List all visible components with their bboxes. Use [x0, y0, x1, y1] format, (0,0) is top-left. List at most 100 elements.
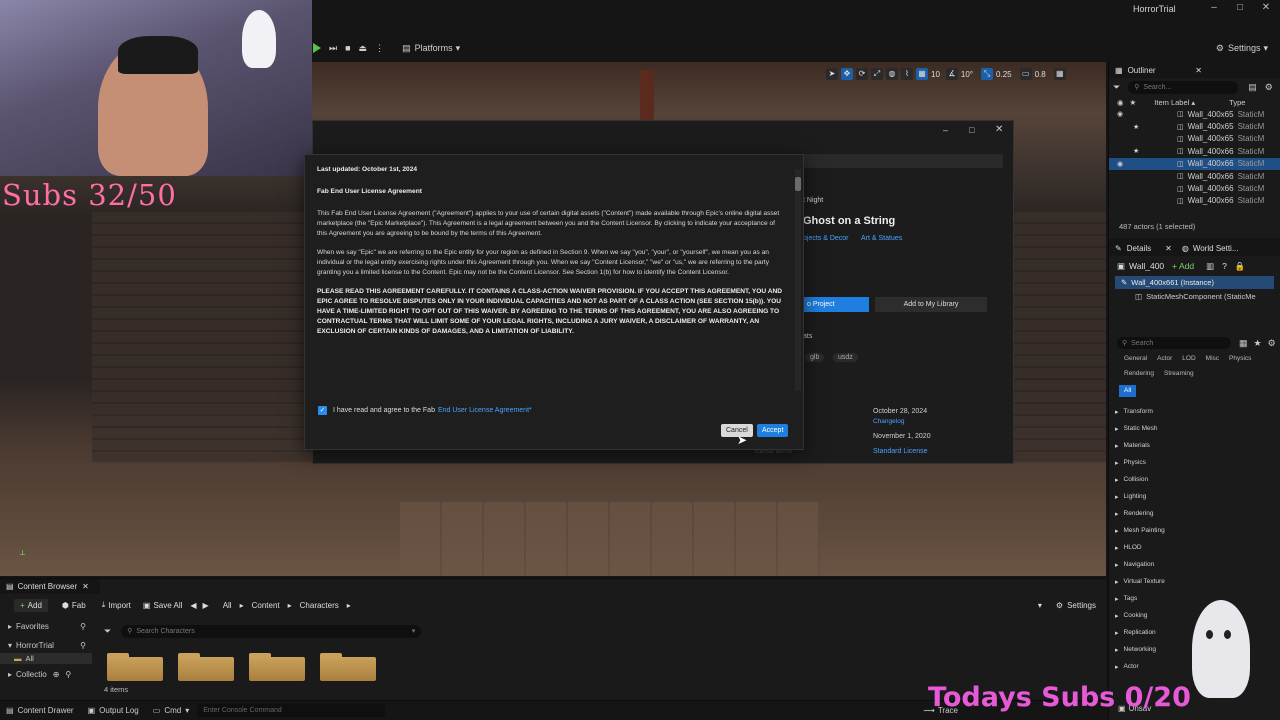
fab-close-icon[interactable]: ✕ — [995, 124, 1003, 135]
item-label-header[interactable]: Item Label ▴ — [1154, 98, 1195, 107]
path-crumb[interactable]: Characters — [300, 601, 339, 610]
fab-search-bar[interactable] — [803, 154, 1003, 168]
cmd-dropdown[interactable]: ▭ Cmd ▾ — [153, 706, 189, 715]
play-icon[interactable] — [313, 43, 321, 53]
close-icon[interactable]: ✕ — [82, 582, 89, 591]
filter-chip[interactable]: General — [1119, 353, 1152, 365]
platforms-button[interactable]: ▤ Platforms ▾ — [402, 43, 460, 54]
eject-icon[interactable]: ⏏ — [359, 43, 368, 54]
collections-row[interactable]: ▸ Collectio ⊕ ⚲ — [0, 667, 94, 682]
close-icon[interactable]: ✕ — [1195, 66, 1202, 75]
add-collection-icon[interactable]: ⊕ — [53, 670, 60, 679]
scrollbar-thumb[interactable] — [795, 177, 801, 191]
filter-icon[interactable]: ⏷ — [1113, 82, 1120, 93]
output-log-button[interactable]: ▣ Output Log — [88, 706, 139, 715]
accept-button[interactable]: Accept — [757, 424, 789, 437]
filter-chip[interactable]: Misc — [1201, 353, 1224, 365]
eula-scrollbar[interactable] — [795, 169, 801, 391]
search-icon[interactable]: ⚲ — [65, 670, 71, 679]
path-crumb[interactable]: All — [223, 601, 232, 610]
path-crumb[interactable]: Content — [252, 601, 280, 610]
details-section[interactable]: ▸ Static Mesh — [1109, 420, 1280, 437]
visibility-icon[interactable]: ◉ — [1117, 110, 1127, 118]
project-row[interactable]: ▾ HorrorTrial ⚲ — [0, 638, 94, 653]
content-browser-tab[interactable]: ▤ Content Browser ✕ — [0, 579, 100, 594]
outliner-row[interactable]: ★ ◫ Wall_400x66 StaticM — [1109, 145, 1280, 157]
details-section[interactable]: ▸ Lighting — [1109, 488, 1280, 505]
settings-icon[interactable]: ⚙ — [1268, 338, 1276, 349]
folder-icon[interactable] — [178, 653, 234, 681]
grid-icon[interactable]: ▦ — [1239, 338, 1248, 349]
add-folder-icon[interactable]: ▤ — [1248, 82, 1257, 93]
settings-icon[interactable]: ⚙ — [1265, 82, 1273, 93]
history-back-icon[interactable]: ◀ — [190, 601, 196, 610]
filter-icon[interactable]: ⏷ — [104, 626, 111, 637]
camera-speed-value[interactable]: 0.8 — [1035, 70, 1046, 79]
close-icon[interactable]: ✕ — [1165, 244, 1172, 253]
details-search[interactable]: ⚲ Search — [1117, 337, 1231, 349]
fab-add-to-library-button[interactable]: Add to My Library — [875, 297, 987, 312]
search-icon[interactable]: ⚲ — [80, 622, 86, 631]
translate-icon[interactable]: ✥ — [841, 68, 853, 80]
minimize-icon[interactable]: – — [1206, 2, 1222, 16]
fab-changelog-link[interactable]: Changelog — [873, 418, 904, 425]
folder-icon[interactable] — [249, 653, 305, 681]
details-section[interactable]: ▸ Transform — [1109, 403, 1280, 420]
outliner-tab[interactable]: ▦ Outliner ✕ — [1109, 62, 1280, 78]
outliner-row[interactable]: ◫ Wall_400x66 StaticM — [1109, 195, 1280, 207]
folder-icon[interactable] — [320, 653, 376, 681]
actor-name[interactable]: Wall_400 — [1129, 261, 1164, 271]
rotation-snap-value[interactable]: 10° — [961, 70, 973, 79]
maximize-icon[interactable]: □ — [1232, 2, 1248, 16]
maximize-viewport-icon[interactable]: ▦ — [1053, 68, 1066, 80]
fab-subcategory[interactable]: Art & Statues — [861, 235, 902, 242]
scale-icon[interactable]: ⤢ — [871, 68, 883, 80]
more-icon[interactable]: ⋮ — [375, 43, 384, 54]
details-section[interactable]: ▸ Tags — [1109, 590, 1280, 607]
select-mode-icon[interactable]: ➤ — [826, 68, 838, 80]
help-icon[interactable]: ? — [1222, 261, 1227, 271]
outliner-row[interactable]: ◫ Wall_400x65 StaticM — [1109, 133, 1280, 145]
type-header[interactable]: Type — [1229, 98, 1245, 107]
details-section[interactable]: ▸ Navigation — [1109, 556, 1280, 573]
stop-icon[interactable]: ■ — [345, 43, 350, 53]
filter-chip[interactable]: LOD — [1177, 353, 1200, 365]
pin-icon[interactable]: ★ — [1133, 123, 1143, 131]
outliner-row[interactable]: ◉ ◫ Wall_400x65 StaticM — [1109, 108, 1280, 120]
details-section[interactable]: ▸ Rendering — [1109, 505, 1280, 522]
fab-add-to-project-button[interactable]: o Project — [803, 297, 869, 312]
rotation-snap-icon[interactable]: ∡ — [945, 68, 958, 80]
details-section[interactable]: ▸ Mesh Painting — [1109, 522, 1280, 539]
filter-all-chip[interactable]: All — [1119, 385, 1137, 397]
chevron-down-icon[interactable]: ▾ — [412, 627, 416, 635]
eula-link[interactable]: End User License Agreement — [438, 407, 529, 414]
grid-snap-icon[interactable]: ▦ — [916, 68, 928, 80]
fab-license-link[interactable]: Standard License — [873, 448, 927, 455]
outliner-row[interactable]: ◉ ◫ Wall_400x66 StaticM — [1109, 157, 1280, 170]
settings-button[interactable]: ⚙ Settings ▾ — [1216, 43, 1268, 54]
add-component-button[interactable]: + Add — [1172, 261, 1194, 271]
history-forward-icon[interactable]: ▶ — [203, 601, 209, 610]
fab-maximize-icon[interactable]: □ — [969, 125, 974, 135]
scale-snap-value[interactable]: 0.25 — [996, 70, 1012, 79]
filter-chip[interactable]: Physics — [1224, 353, 1256, 365]
fab-button[interactable]: ⬢ Fab — [62, 601, 86, 610]
import-button[interactable]: ⤓ Import — [102, 600, 131, 610]
outliner-row[interactable]: ◫ Wall_400x66 StaticM — [1109, 170, 1280, 182]
add-button[interactable]: + Add — [14, 598, 48, 612]
camera-speed-icon[interactable]: ▭ — [1019, 68, 1032, 80]
grid-size[interactable]: 10 — [931, 70, 940, 79]
scale-snap-icon[interactable]: ⤡ — [981, 68, 994, 80]
outliner-row[interactable]: ★ ◫ Wall_400x65 StaticM — [1109, 120, 1280, 132]
folder-all-row[interactable]: ▬ All — [0, 653, 92, 664]
skip-icon[interactable]: ⏭ — [329, 43, 337, 54]
cb-settings-button[interactable]: ⚙ Settings — [1056, 601, 1096, 610]
rotate-icon[interactable]: ⟳ — [856, 68, 868, 80]
details-section[interactable]: ▸ Cooking — [1109, 607, 1280, 624]
fab-category[interactable]: bjects & Decor — [803, 235, 849, 242]
details-section[interactable]: ▸ Physics — [1109, 454, 1280, 471]
outliner-search[interactable]: ⚲ Search... — [1128, 80, 1239, 94]
asset-search[interactable]: ⚲ Search Characters ▾ — [121, 624, 422, 638]
details-section[interactable]: ▸ Materials — [1109, 437, 1280, 454]
fab-minimize-icon[interactable]: – — [943, 125, 948, 135]
